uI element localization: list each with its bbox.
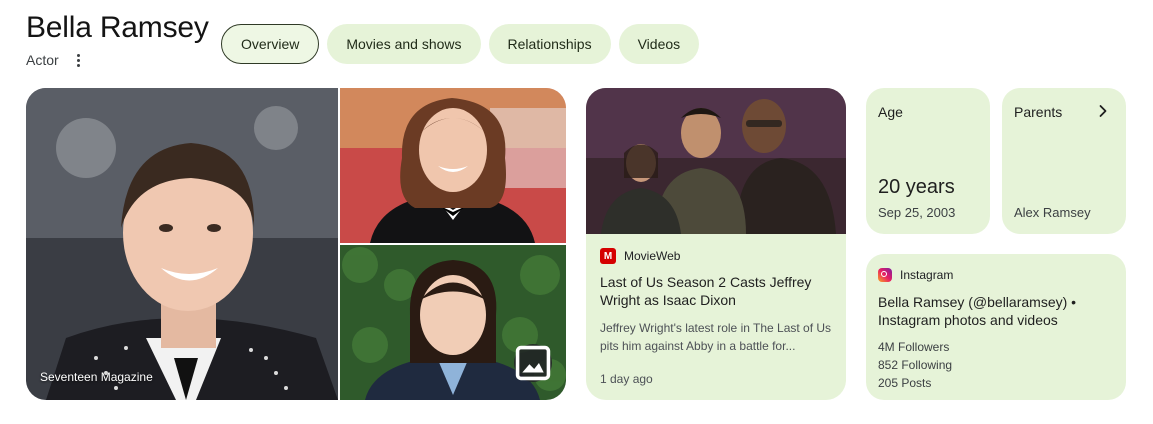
tab-relationships[interactable]: Relationships <box>488 24 611 64</box>
news-headline[interactable]: Last of Us Season 2 Casts Jeffrey Wright… <box>600 273 832 309</box>
image-icon[interactable] <box>514 344 552 382</box>
instagram-source: Instagram <box>878 268 1114 282</box>
instagram-stats: 4M Followers 852 Following 205 Posts <box>878 338 1114 392</box>
age-label: Age <box>878 104 903 120</box>
portrait-photo-3[interactable] <box>340 245 566 400</box>
instagram-icon <box>878 268 892 282</box>
parent-name[interactable]: Alex Ramsey <box>1014 205 1091 220</box>
tab-bar: Overview Movies and shows Relationships … <box>221 24 700 64</box>
entity-subtitle-row: Actor <box>26 52 209 68</box>
main-portrait-photo[interactable]: Seventeen Magazine <box>26 88 338 400</box>
entity-subtitle: Actor <box>26 52 59 68</box>
news-timestamp: 1 day ago <box>600 372 653 386</box>
age-value: 20 years <box>878 176 955 198</box>
instagram-posts: 205 Posts <box>878 376 932 390</box>
chevron-right-icon <box>1099 105 1107 117</box>
tab-videos[interactable]: Videos <box>618 24 700 64</box>
more-options-icon[interactable] <box>71 52 87 68</box>
image-gallery: Seventeen Magazine <box>26 88 566 400</box>
instagram-followers: 4M Followers <box>878 340 950 354</box>
tab-overview[interactable]: Overview <box>221 24 320 64</box>
news-card[interactable]: M MovieWeb Last of Us Season 2 Casts Jef… <box>586 88 846 400</box>
portrait-photo-2[interactable] <box>340 88 566 243</box>
tab-movies-and-shows[interactable]: Movies and shows <box>327 24 481 64</box>
entity-name: Bella Ramsey <box>26 11 209 44</box>
instagram-card[interactable]: Instagram Bella Ramsey (@bellaramsey) • … <box>866 254 1126 400</box>
movieweb-logo-icon: M <box>600 248 616 264</box>
news-snippet: Jeffrey Wright's latest role in The Last… <box>600 321 832 353</box>
instagram-following: 852 Following <box>878 358 953 372</box>
news-source-name: MovieWeb <box>624 249 681 263</box>
age-card: Age 20 years Sep 25, 2003 <box>866 88 990 234</box>
entity-header: Bella Ramsey Actor <box>26 10 209 68</box>
parents-card[interactable]: Parents Alex Ramsey <box>1002 88 1126 234</box>
photo-source-caption: Seventeen Magazine <box>40 370 153 384</box>
news-source: M MovieWeb <box>600 248 832 264</box>
birth-date: Sep 25, 2003 <box>878 205 956 220</box>
instagram-source-name: Instagram <box>900 268 954 282</box>
news-image <box>586 88 846 234</box>
instagram-title[interactable]: Bella Ramsey (@bellaramsey) • Instagram … <box>878 293 1114 329</box>
